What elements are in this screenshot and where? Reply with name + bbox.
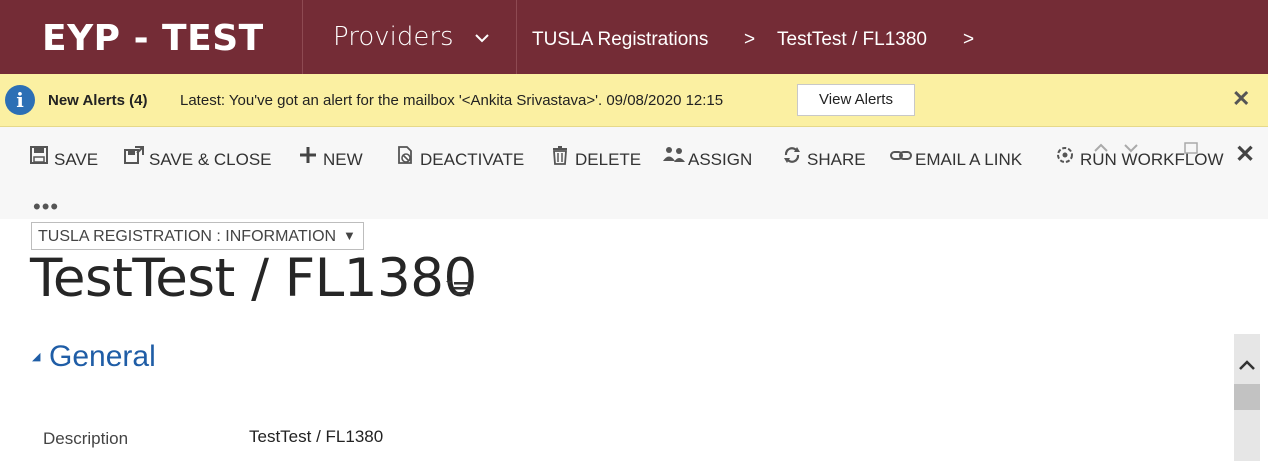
description-value[interactable]: TestTest / FL1380 xyxy=(249,427,383,447)
chevron-right-icon[interactable]: > xyxy=(744,29,755,51)
email-a-link-label: EMAIL A LINK xyxy=(915,150,1023,169)
app-brand[interactable]: EYP - TEST xyxy=(42,18,264,59)
window-edge xyxy=(1268,127,1284,219)
form-selector-dropdown[interactable]: TUSLA REGISTRATION : INFORMATION ▼ xyxy=(31,222,364,250)
deactivate-label: DEACTIVATE xyxy=(420,150,525,169)
new-button[interactable]: NEW xyxy=(297,145,363,171)
share-icon xyxy=(781,145,803,171)
delete-button[interactable]: DELETE xyxy=(549,145,641,171)
alert-title: New Alerts (4) xyxy=(48,92,148,109)
record-title: TestTest / FL1380 xyxy=(30,248,477,309)
chevron-right-icon[interactable]: > xyxy=(963,29,974,51)
deactivate-button[interactable]: DEACTIVATE xyxy=(394,145,524,171)
caret-down-icon: ▼ xyxy=(343,228,356,243)
window-edge xyxy=(1268,0,1284,74)
scroll-up-icon[interactable] xyxy=(1234,356,1260,376)
more-commands-icon[interactable]: ••• xyxy=(33,196,59,218)
close-icon[interactable]: ✕ xyxy=(1235,140,1255,169)
assign-label: ASSIGN xyxy=(688,150,753,169)
alert-latest-text: Latest: You've got an alert for the mail… xyxy=(180,92,724,109)
info-icon: i xyxy=(5,85,35,115)
record-navigation-arrows[interactable] xyxy=(1093,139,1203,163)
close-icon[interactable]: ✕ xyxy=(1232,86,1250,112)
record-menu-icon[interactable] xyxy=(444,277,472,297)
assign-button[interactable]: ASSIGN xyxy=(662,145,752,171)
save-icon xyxy=(28,145,50,171)
alert-bar: i New Alerts (4) Latest: You've got an a… xyxy=(0,74,1268,127)
vertical-scrollbar[interactable] xyxy=(1234,334,1260,461)
plus-icon xyxy=(297,145,319,171)
share-label: SHARE xyxy=(807,150,866,169)
share-button[interactable]: SHARE xyxy=(781,145,866,171)
section-collapse-icon[interactable]: ◢ xyxy=(32,350,40,363)
window-edge xyxy=(1268,74,1284,126)
nav-separator xyxy=(302,0,303,74)
delete-label: DELETE xyxy=(575,150,642,169)
command-bar xyxy=(0,127,1268,219)
save-and-close-button[interactable]: SAVE & CLOSE xyxy=(123,145,272,171)
top-navigation-bar: EYP - TEST Providers TUSLA Registrations… xyxy=(0,0,1268,74)
chevron-down-icon[interactable] xyxy=(474,28,490,49)
save-button[interactable]: SAVE xyxy=(28,145,98,171)
new-label: NEW xyxy=(323,150,363,169)
email-a-link-button[interactable]: EMAIL A LINK xyxy=(889,145,1022,171)
save-label: SAVE xyxy=(54,150,99,169)
nav-separator xyxy=(516,0,517,74)
assign-icon xyxy=(662,145,685,171)
save-close-icon xyxy=(123,145,145,171)
description-label: Description xyxy=(43,429,129,448)
form-selector-label: TUSLA REGISTRATION : INFORMATION xyxy=(38,228,337,245)
view-alerts-button[interactable]: View Alerts xyxy=(797,84,915,116)
save-and-close-label: SAVE & CLOSE xyxy=(149,150,272,169)
link-icon xyxy=(889,145,912,171)
breadcrumb-entity[interactable]: TUSLA Registrations xyxy=(532,29,708,51)
nav-area-providers[interactable]: Providers xyxy=(333,22,454,52)
workflow-icon xyxy=(1054,145,1076,171)
deactivate-icon xyxy=(394,145,416,171)
breadcrumb-record[interactable]: TestTest / FL1380 xyxy=(777,29,927,51)
trash-icon xyxy=(549,145,571,171)
scrollbar-thumb[interactable] xyxy=(1234,384,1260,410)
section-title-general[interactable]: General xyxy=(49,340,156,374)
